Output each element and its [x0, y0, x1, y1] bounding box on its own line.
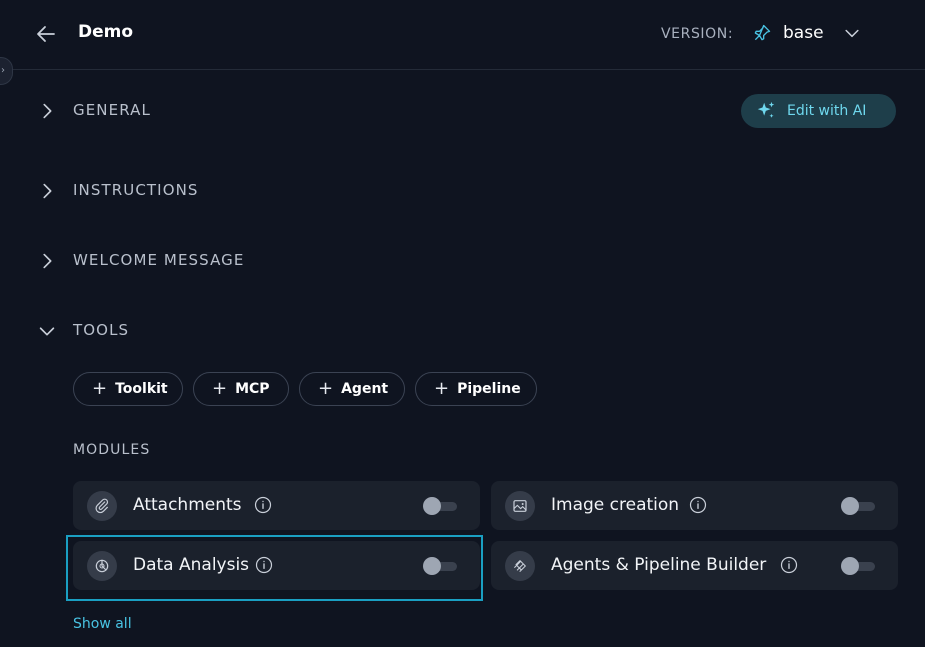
add-pipeline-button[interactable]: + Pipeline: [415, 372, 537, 406]
plus-icon: +: [212, 378, 228, 399]
agents-pipeline-builder-toggle[interactable]: [841, 557, 875, 575]
section-label: GENERAL: [73, 101, 151, 119]
toggle-knob: [423, 497, 441, 515]
module-name: Image creation: [551, 495, 680, 515]
modules-heading: MODULES: [73, 442, 151, 458]
edit-with-ai-button[interactable]: Edit with AI: [741, 94, 896, 128]
chevron-right-icon: ›: [1, 65, 5, 76]
plus-icon: +: [434, 378, 450, 399]
section-label: TOOLS: [73, 321, 130, 339]
toggle-knob: [841, 497, 859, 515]
chevron-down-icon[interactable]: [842, 23, 862, 43]
toggle-knob: [841, 557, 859, 575]
focus-highlight: [66, 535, 483, 601]
chevron-down-icon: [39, 327, 55, 336]
module-card-attachments: Attachments: [73, 481, 480, 530]
info-icon[interactable]: [780, 556, 798, 574]
image-icon: [505, 491, 535, 521]
module-card-image-creation: Image creation: [491, 481, 898, 530]
chip-label: Toolkit: [115, 381, 168, 397]
chip-label: MCP: [235, 381, 270, 397]
add-toolkit-button[interactable]: + Toolkit: [73, 372, 183, 406]
agent-editor: Demo VERSION: base › GENERAL Edit with A…: [0, 0, 925, 647]
section-instructions[interactable]: INSTRUCTIONS: [36, 176, 536, 206]
chip-label: Pipeline: [457, 381, 521, 397]
version-label: VERSION:: [661, 26, 734, 42]
image-creation-toggle[interactable]: [841, 497, 875, 515]
sparkle-icon: [757, 101, 775, 118]
plus-icon: +: [318, 378, 334, 399]
paperclip-icon: [87, 491, 117, 521]
attachments-toggle[interactable]: [423, 497, 457, 515]
pin-icon: [754, 24, 771, 41]
section-label: WELCOME MESSAGE: [73, 251, 245, 269]
module-name: Agents & Pipeline Builder: [551, 555, 767, 575]
chevron-right-icon: [43, 183, 52, 199]
info-icon[interactable]: [254, 496, 272, 514]
add-mcp-button[interactable]: + MCP: [193, 372, 289, 406]
add-agent-button[interactable]: + Agent: [299, 372, 405, 406]
module-name: Attachments: [133, 495, 242, 515]
section-tools[interactable]: TOOLS: [36, 316, 536, 346]
section-welcome-message[interactable]: WELCOME MESSAGE: [36, 246, 536, 276]
info-icon[interactable]: [689, 496, 707, 514]
chevron-right-icon: [43, 253, 52, 269]
builder-icon: [505, 551, 535, 581]
header: Demo VERSION: base: [0, 0, 925, 70]
chip-label: Agent: [341, 381, 389, 397]
section-label: INSTRUCTIONS: [73, 181, 199, 199]
edit-with-ai-label: Edit with AI: [787, 103, 867, 119]
plus-icon: +: [92, 378, 108, 399]
page-title: Demo: [78, 22, 134, 42]
module-card-agents-pipeline-builder: Agents & Pipeline Builder: [491, 541, 898, 590]
chevron-right-icon: [43, 103, 52, 119]
version-value[interactable]: base: [783, 23, 824, 43]
section-general[interactable]: GENERAL: [36, 96, 536, 126]
back-arrow-icon[interactable]: [34, 22, 58, 46]
show-all-link[interactable]: Show all: [73, 616, 132, 632]
